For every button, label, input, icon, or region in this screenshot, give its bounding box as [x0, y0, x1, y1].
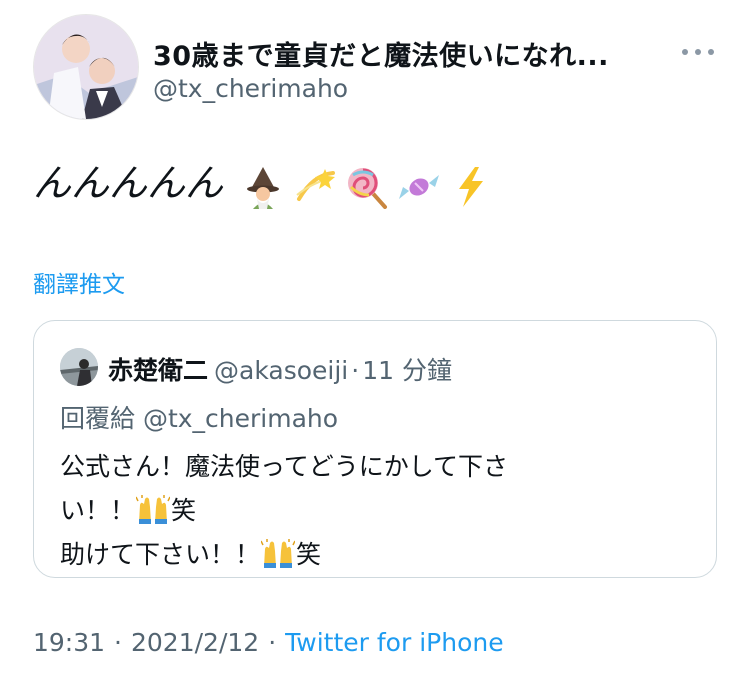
- tweet-header: 30歳まで童貞だと魔法使いになれ... @tx_cherimaho: [33, 14, 722, 124]
- more-dot: [682, 49, 688, 55]
- dizzy-emoji: [296, 168, 336, 201]
- author-display-name[interactable]: 30歳まで童貞だと魔法使いになれ...: [153, 34, 609, 73]
- author-handle[interactable]: @tx_cherimaho: [153, 74, 348, 103]
- meta-separator: ·: [114, 628, 122, 657]
- meta-separator: ·: [268, 628, 277, 657]
- quoted-line: い！！ 笑: [60, 489, 508, 533]
- quoted-handle[interactable]: @akasoeiji: [214, 356, 348, 385]
- lollipop-emoji: [348, 167, 388, 209]
- quoted-tweet-card[interactable]: 赤楚衛二 @akasoeiji · 11 分鐘 回覆給 @tx_cherimaho 公…: [33, 320, 717, 578]
- quoted-separator: ·: [351, 356, 360, 385]
- tweet-time[interactable]: 19:31: [33, 628, 105, 657]
- author-avatar[interactable]: [33, 14, 139, 120]
- tweet-meta: 19:31 · 2021/2/12 · Twitter for iPhone: [33, 628, 504, 657]
- tweet-text-body: んんんんん: [33, 161, 224, 205]
- zap-emoji: [459, 166, 484, 207]
- tweet-source-link[interactable]: Twitter for iPhone: [285, 628, 503, 657]
- quoted-tweet-text: 公式さん！魔法使ってどうにかして下さ い！！ 笑 助けて下さい！！ 笑: [60, 445, 508, 577]
- emoji-row: [241, 165, 501, 209]
- quoted-line-text: 助けて下さい！！: [60, 540, 261, 569]
- quoted-line: 公式さん！魔法使ってどうにかして下さ: [60, 445, 508, 489]
- tweet-date[interactable]: 2021/2/12: [131, 628, 259, 657]
- translate-tweet-link[interactable]: 翻譯推文: [33, 265, 125, 299]
- quoted-author-avatar[interactable]: [60, 348, 98, 386]
- quoted-display-name[interactable]: 赤楚衛二: [108, 356, 208, 385]
- quoted-reply-to: 回覆給 @tx_cherimaho: [60, 404, 339, 433]
- quoted-line-text: い！！: [60, 496, 136, 525]
- candy-emoji: [399, 174, 440, 199]
- quoted-line-text: 公式さん！魔法使ってどうにかして下さ: [60, 452, 509, 481]
- quoted-timestamp[interactable]: 11 分鐘: [362, 356, 452, 385]
- raising-hands-emoji: [261, 539, 296, 568]
- quoted-header: 赤楚衛二 @akasoeiji · 11 分鐘: [108, 351, 452, 387]
- tweet-text: んんんんん: [33, 158, 501, 209]
- quoted-line-suffix: 笑: [296, 540, 322, 569]
- quoted-line-suffix: 笑: [171, 496, 197, 525]
- quoted-line: 助けて下さい！！ 笑: [60, 533, 508, 577]
- mage-emoji: [247, 166, 280, 209]
- more-dot: [708, 49, 714, 55]
- more-options-icon[interactable]: [682, 40, 722, 58]
- more-dot: [695, 49, 701, 55]
- raising-hands-emoji: [136, 495, 171, 524]
